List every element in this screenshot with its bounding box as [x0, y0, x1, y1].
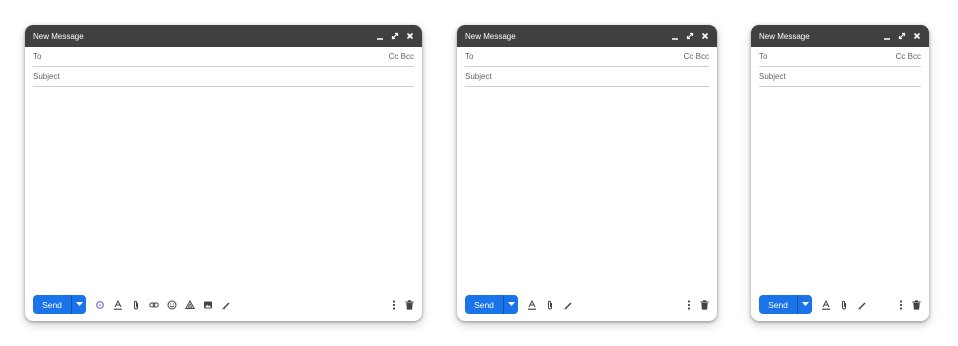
send-group: Send — [465, 295, 518, 314]
close-icon[interactable] — [701, 32, 709, 40]
send-button[interactable]: Send — [33, 295, 71, 314]
send-group: Send — [759, 295, 812, 314]
cc-bcc-link[interactable]: Cc Bcc — [684, 52, 709, 61]
compose-titlebar[interactable]: New Message — [25, 25, 422, 47]
to-field[interactable]: To Cc Bcc — [465, 47, 709, 67]
discard-icon[interactable] — [405, 299, 414, 310]
cc-bcc-link[interactable]: Cc Bcc — [896, 52, 921, 61]
to-field[interactable]: To Cc Bcc — [759, 47, 921, 67]
discard-icon[interactable] — [912, 299, 921, 310]
send-options-button[interactable] — [797, 295, 812, 314]
minimize-icon[interactable] — [671, 32, 679, 40]
minimize-icon[interactable] — [883, 32, 891, 40]
more-options-icon[interactable] — [687, 299, 691, 310]
close-icon[interactable] — [913, 32, 921, 40]
subject-placeholder: Subject — [33, 72, 60, 81]
compose-window-large: New Message To Cc Bcc Subject Send — [25, 25, 422, 321]
send-button[interactable]: Send — [759, 295, 797, 314]
compose-toolbar: Send — [759, 295, 921, 314]
subject-field[interactable]: Subject — [33, 67, 414, 87]
photo-icon[interactable] — [203, 300, 213, 310]
text-format-icon[interactable] — [821, 299, 831, 310]
attach-icon[interactable] — [131, 300, 141, 310]
more-options-icon[interactable] — [392, 299, 396, 310]
expand-icon[interactable] — [686, 32, 694, 40]
ai-assist-icon[interactable] — [95, 300, 105, 310]
minimize-icon[interactable] — [376, 32, 384, 40]
to-label: To — [759, 52, 768, 61]
to-field[interactable]: To Cc Bcc — [33, 47, 414, 67]
expand-icon[interactable] — [898, 32, 906, 40]
text-format-icon[interactable] — [113, 299, 123, 310]
compose-title: New Message — [465, 31, 516, 41]
to-label: To — [33, 52, 42, 61]
subject-field[interactable]: Subject — [465, 67, 709, 87]
chevron-down-icon — [75, 302, 83, 306]
link-icon[interactable] — [149, 300, 159, 310]
send-button[interactable]: Send — [465, 295, 503, 314]
attach-icon[interactable] — [545, 300, 555, 310]
close-icon[interactable] — [406, 32, 414, 40]
signature-icon[interactable] — [221, 300, 231, 310]
emoji-icon[interactable] — [167, 300, 177, 310]
compose-titlebar[interactable]: New Message — [751, 25, 929, 47]
subject-field[interactable]: Subject — [759, 67, 921, 87]
chevron-down-icon — [507, 302, 515, 306]
compose-title: New Message — [759, 31, 810, 41]
subject-placeholder: Subject — [465, 72, 492, 81]
compose-titlebar[interactable]: New Message — [457, 25, 717, 47]
more-options-icon[interactable] — [899, 299, 903, 310]
compose-title: New Message — [33, 31, 84, 41]
compose-window-small: New Message To Cc Bcc Subject Send — [751, 25, 929, 321]
discard-icon[interactable] — [700, 299, 709, 310]
send-options-button[interactable] — [503, 295, 518, 314]
compose-toolbar: Send — [465, 295, 709, 314]
text-format-icon[interactable] — [527, 299, 537, 310]
expand-icon[interactable] — [391, 32, 399, 40]
to-label: To — [465, 52, 474, 61]
send-options-button[interactable] — [71, 295, 86, 314]
send-group: Send — [33, 295, 86, 314]
attach-icon[interactable] — [839, 300, 849, 310]
cc-bcc-link[interactable]: Cc Bcc — [389, 52, 414, 61]
compose-toolbar: Send — [33, 295, 414, 314]
subject-placeholder: Subject — [759, 72, 786, 81]
signature-icon[interactable] — [563, 300, 573, 310]
compose-window-medium: New Message To Cc Bcc Subject Send — [457, 25, 717, 321]
signature-icon[interactable] — [857, 300, 867, 310]
drive-icon[interactable] — [185, 299, 195, 310]
chevron-down-icon — [801, 302, 809, 306]
